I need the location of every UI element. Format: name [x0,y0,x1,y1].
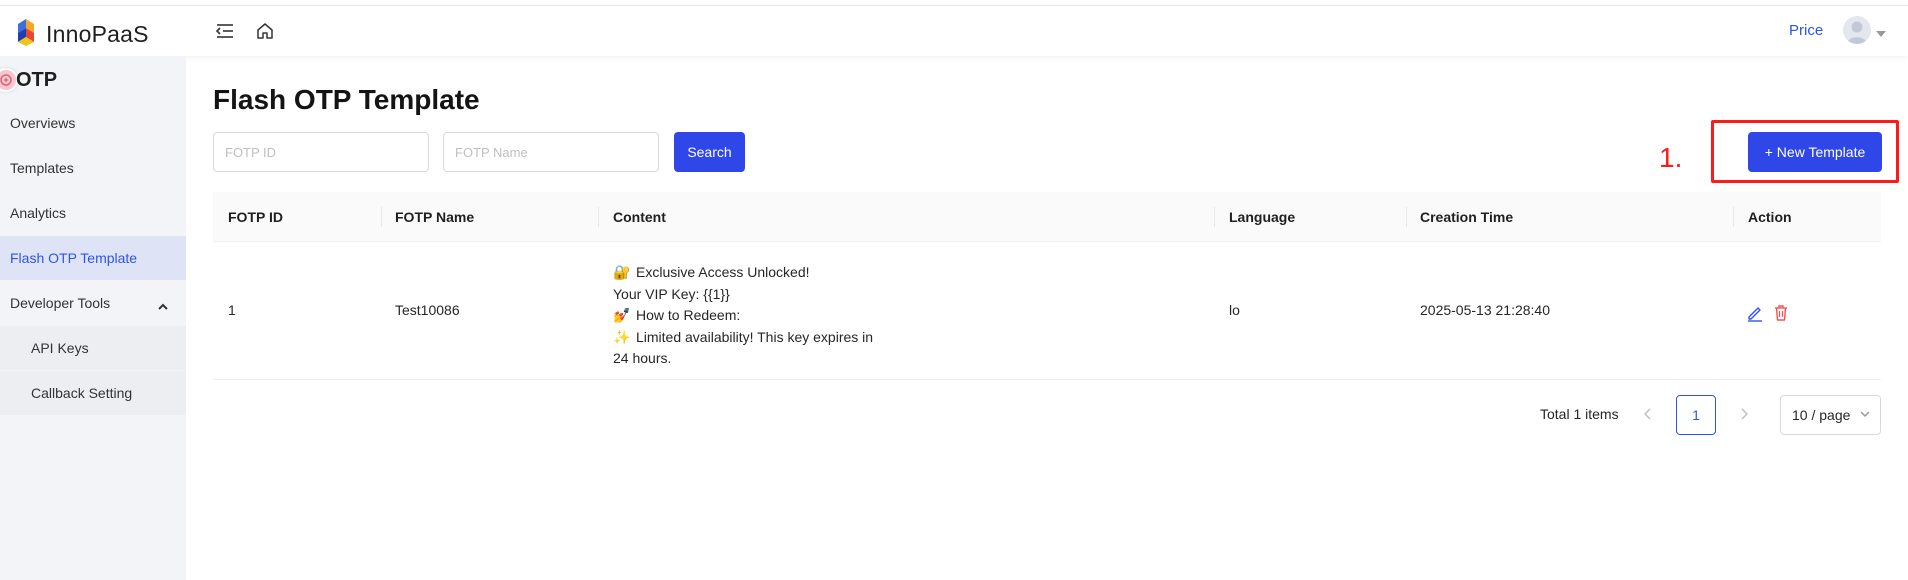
sidebar: OTP Overviews Templates Analytics Flash … [0,56,186,580]
table-row: 1 Test10086 🔐 Exclusive Access Unlocked! … [213,242,1881,380]
nail-polish-emoji-icon: 💅 [613,307,631,323]
delete-icon[interactable] [1772,304,1790,322]
menu-fold-icon [216,24,233,38]
sidebar-item-flash-otp-template[interactable]: Flash OTP Template [0,236,186,280]
chevron-up-icon [158,297,168,313]
column-header-content: Content [613,209,666,225]
content-line: ✨ Limited availability! This key expires … [613,327,913,349]
sidebar-item-callback-setting[interactable]: Callback Setting [0,371,186,415]
chevron-down-icon [1860,411,1870,418]
column-header-action: Action [1748,209,1792,225]
column-header-fotp-name: FOTP Name [395,209,475,225]
brand-logo[interactable]: InnoPaaS [10,16,149,53]
caret-down-icon[interactable] [1876,24,1886,42]
price-link[interactable]: Price [1789,22,1823,39]
page-title: Flash OTP Template [213,84,480,115]
sidebar-title: OTP [0,66,57,94]
search-button[interactable]: Search [674,132,745,172]
cell-creation-time: 2025-05-13 21:28:40 [1420,302,1550,318]
pagination-page-1[interactable]: 1 [1676,395,1716,435]
column-divider [381,207,382,227]
column-divider [1214,207,1215,227]
cell-content: 🔐 Exclusive Access Unlocked! Your VIP Key… [613,262,913,370]
menu-collapse-button[interactable] [212,18,238,44]
sidebar-item-analytics[interactable]: Analytics [0,191,186,235]
cell-fotp-id: 1 [228,302,236,318]
pagination-total: Total 1 items [1540,406,1619,422]
table-header: FOTP ID FOTP Name Content Language Creat… [213,192,1881,242]
sidebar-item-templates[interactable]: Templates [0,146,186,190]
content-line: 24 hours. [613,350,672,366]
sidebar-item-overviews[interactable]: Overviews [0,101,186,145]
column-header-language: Language [1229,209,1296,225]
column-divider [1733,207,1734,227]
brand-name: InnoPaaS [46,21,149,47]
chevron-left-icon [1644,408,1651,420]
annotation-step-label: 1. [1659,142,1683,173]
cell-fotp-name: Test10086 [395,302,460,318]
user-avatar[interactable] [1843,16,1871,44]
column-divider [1406,207,1407,227]
sidebar-item-developer-tools[interactable]: Developer Tools [0,281,186,325]
template-table: FOTP ID FOTP Name Content Language Creat… [213,192,1881,380]
lock-emoji-icon: 🔐 [613,264,631,280]
top-header: InnoPaaS Price [0,6,1908,56]
user-avatar-icon [1847,21,1867,44]
sparkles-emoji-icon: ✨ [613,328,631,345]
content-line: 🔐 Exclusive Access Unlocked! [613,262,913,284]
home-button[interactable] [252,18,278,44]
column-header-creation-time: Creation Time [1420,209,1514,225]
cell-language: lo [1229,302,1240,318]
home-icon [257,23,273,39]
innopaas-logo-icon [10,16,42,53]
column-divider [598,207,599,227]
pagination-next-button[interactable] [1734,404,1754,424]
fotp-id-input[interactable] [213,132,429,172]
fotp-name-input[interactable] [443,132,659,172]
pagination-prev-button[interactable] [1638,404,1658,424]
column-header-fotp-id: FOTP ID [228,209,283,225]
content-line: Your VIP Key: {{1}} [613,285,730,302]
chevron-right-icon [1741,408,1748,420]
edit-icon[interactable] [1746,304,1764,322]
page-size-select[interactable]: 10 / page [1780,395,1881,435]
sidebar-item-api-keys[interactable]: API Keys [0,326,186,370]
content-line: 💅 How to Redeem: [613,305,913,327]
new-template-button[interactable]: + New Template [1748,132,1882,172]
